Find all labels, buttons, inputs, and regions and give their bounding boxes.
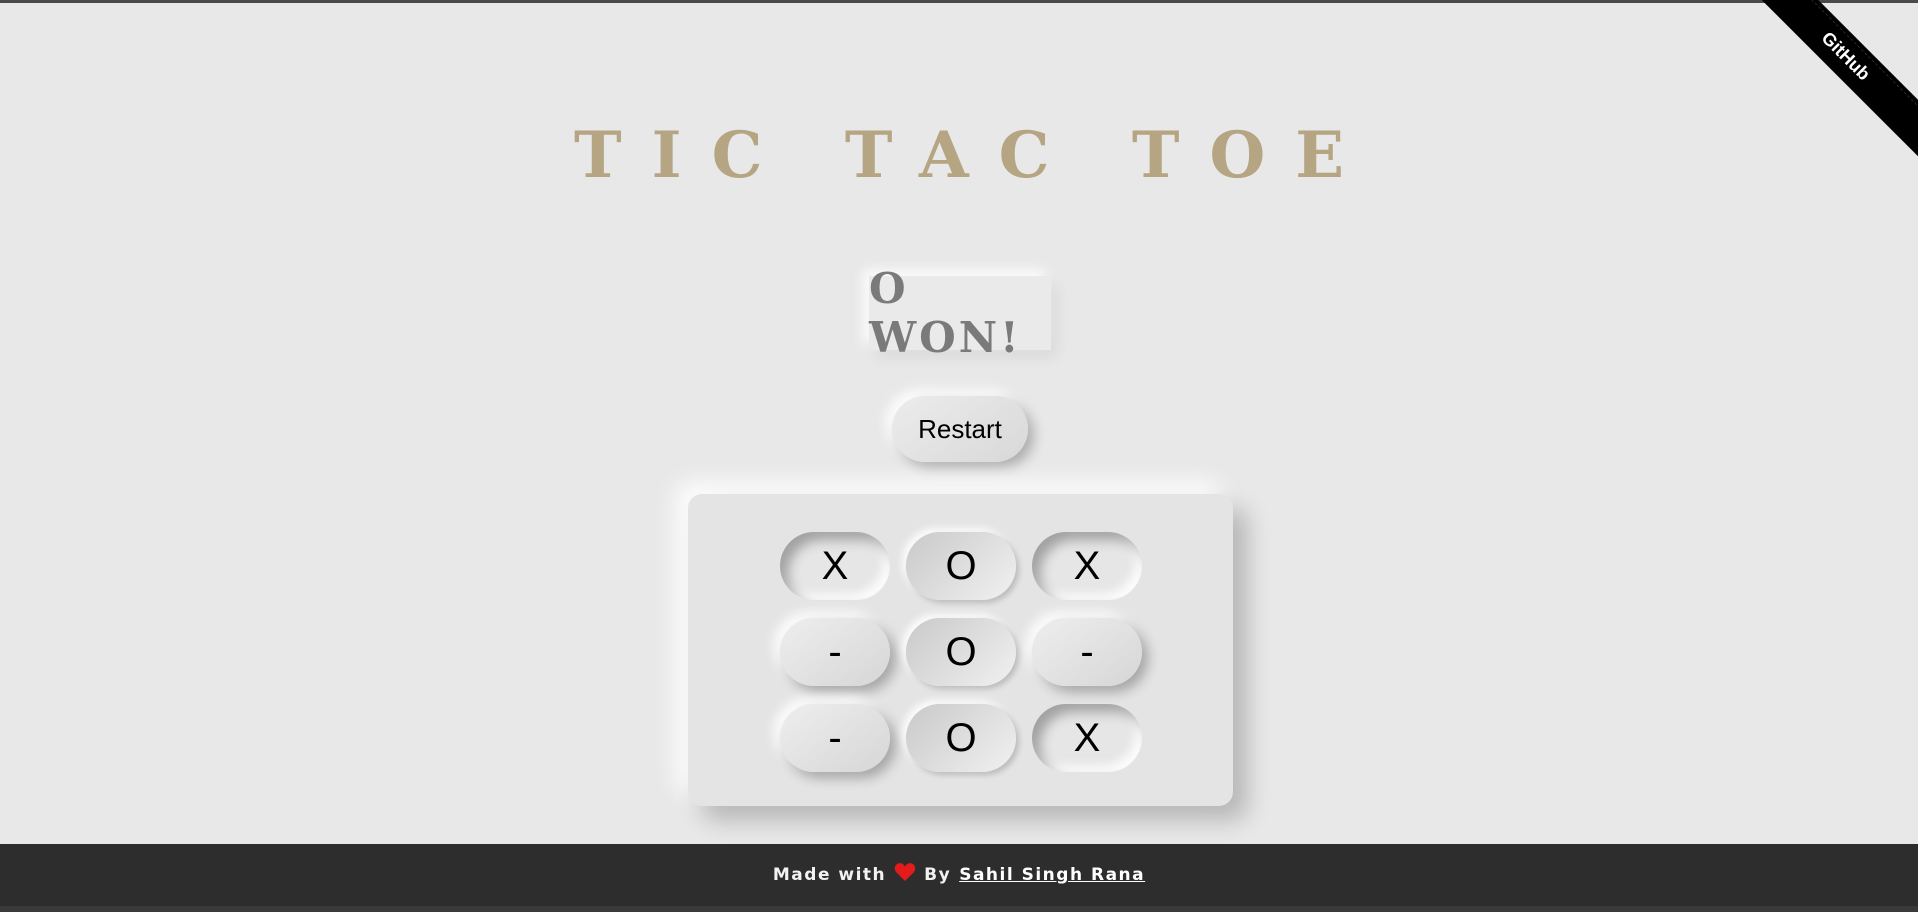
footer: Made with By Sahil Singh Rana	[0, 844, 1918, 906]
board-cell-r2-c1[interactable]: -	[780, 618, 890, 686]
board-cell-r3-c3[interactable]: X	[1032, 704, 1142, 772]
page-title: TIC TAC TOE	[574, 118, 1374, 193]
restart-button[interactable]: Restart	[892, 396, 1028, 462]
heart-icon	[894, 862, 916, 882]
footer-by: By	[924, 865, 952, 885]
board-cell-r3-c2[interactable]: O	[906, 704, 1016, 772]
board-cell-r1-c1[interactable]: X	[780, 532, 890, 600]
footer-made-with: Made with	[772, 865, 887, 885]
game-board: X O X - O - - O X	[688, 494, 1233, 806]
bottom-bar	[0, 906, 1918, 912]
top-border	[0, 0, 1918, 3]
board-cell-r1-c2[interactable]: O	[906, 532, 1016, 600]
board-cell-r2-c3[interactable]: -	[1032, 618, 1142, 686]
board-cell-r3-c1[interactable]: -	[780, 704, 890, 772]
game-status: O WON!	[869, 264, 1051, 362]
board-cell-r1-c3[interactable]: X	[1032, 532, 1142, 600]
board-cell-r2-c2[interactable]: O	[906, 618, 1016, 686]
author-link[interactable]: Sahil Singh Rana	[959, 865, 1145, 885]
